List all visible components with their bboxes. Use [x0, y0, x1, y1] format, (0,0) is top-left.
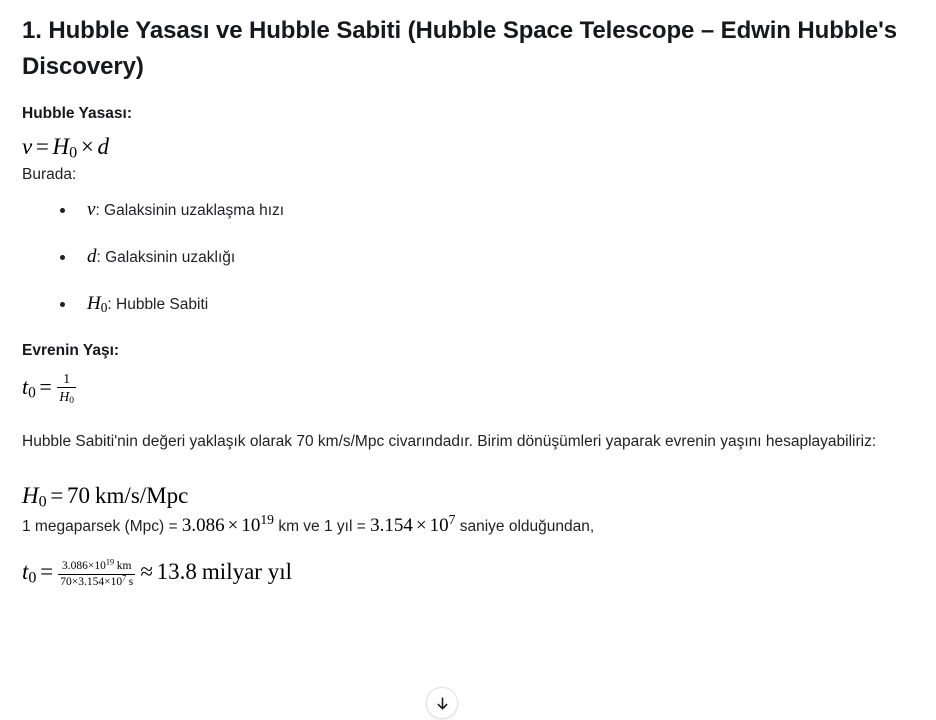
conversion-text-part2: km ve 1 yıl =: [274, 517, 371, 535]
unit-km-s-mpc: km/s/Mpc: [95, 482, 189, 508]
equation-h0-value: H0 = 70 km/s/Mpc: [22, 482, 914, 511]
fraction-denominator: 70×3.154×107 s: [60, 573, 134, 588]
symbol-v: v: [22, 134, 33, 159]
definition-text: : Galaksinin uzaklaşma hızı: [95, 202, 285, 219]
operator-equals: =: [39, 374, 52, 400]
operator-equals: =: [35, 134, 49, 159]
section-heading-hubble-law: Hubble Yasası:: [22, 105, 132, 122]
list-item: v: Galaksinin uzaklaşma hızı: [22, 200, 914, 221]
definition-list: v: Galaksinin uzaklaşma hızı d: Galaksin…: [22, 200, 914, 315]
inline-math-year-value: 3.154 × 107: [370, 511, 456, 536]
arrow-down-icon: [435, 696, 450, 711]
operator-equals: =: [50, 482, 64, 508]
operator-times: ×: [80, 134, 94, 159]
equation-final-age: t0 = 3.086×1019 km 70×3.154×107 s ≈13.8 mily…: [22, 558, 914, 589]
result-unit: milyar yıl: [201, 558, 292, 584]
document-page: 1. Hubble Yasası ve Hubble Sabiti (Hubbl…: [0, 0, 936, 720]
operator-equals: =: [40, 558, 54, 584]
paragraph-hubble-value: Hubble Sabiti'nin değeri yaklaşık olarak…: [22, 432, 877, 450]
subscript-zero: 0: [38, 493, 47, 511]
symbol-d: d: [97, 134, 110, 159]
fraction-age-calculation: 3.086×1019 km 70×3.154×107 s: [58, 558, 136, 589]
conversion-text-part3: saniye olduğundan,: [455, 517, 595, 535]
fraction-denominator: H0: [59, 389, 74, 407]
equation-universe-age: t0 = 1 H0: [22, 371, 914, 407]
page-title: 1. Hubble Yasası ve Hubble Sabiti (Hubbl…: [22, 17, 897, 80]
section-heading-universe-age: Evrenin Yaşı:: [22, 342, 120, 359]
subscript-zero: 0: [28, 384, 36, 402]
definition-symbol: H0: [87, 293, 108, 315]
subscript-zero: 0: [69, 144, 78, 162]
list-item: d: Galaksinin uzaklığı: [22, 247, 914, 268]
definition-text: : Hubble Sabiti: [107, 296, 209, 313]
inline-math-mpc-value: 3.086 × 1019: [181, 511, 275, 536]
symbol-H: H: [52, 134, 70, 159]
fraction-one-over-h0: 1 H0: [56, 371, 77, 407]
paragraph-burada: Burada:: [22, 166, 77, 183]
definition-text: : Galaksinin uzaklığı: [96, 249, 236, 266]
definition-symbol: d: [87, 246, 97, 267]
scroll-to-bottom-button[interactable]: [426, 687, 458, 719]
operator-approx: ≈: [140, 558, 153, 584]
result-value: 13.8: [156, 558, 197, 584]
fraction-numerator: 1: [56, 371, 77, 389]
list-item: H0: Hubble Sabiti: [22, 294, 914, 315]
symbol-H: H: [22, 482, 39, 508]
value-70: 70: [67, 482, 90, 508]
equation-hubble-law: v = H0 × d: [22, 134, 914, 161]
line-unit-conversion: 1 megaparsek (Mpc) = 3.086 × 1019 km ve 1 …: [22, 511, 914, 539]
conversion-text-part1: 1 megaparsek (Mpc) =: [22, 517, 182, 535]
